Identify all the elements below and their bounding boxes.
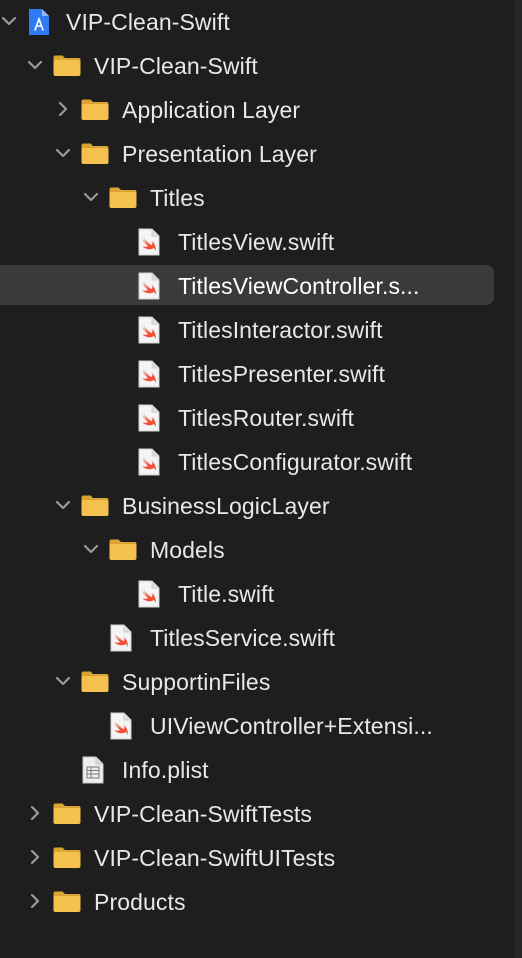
navigator-item-label: Application Layer xyxy=(122,97,301,123)
folder-icon xyxy=(80,136,110,177)
navigator-item-label: SupportinFiles xyxy=(122,669,271,695)
navigator-item-titlesinteractor-swift[interactable]: TitlesInteractor.swift xyxy=(0,308,516,344)
folder-icon xyxy=(108,532,138,573)
folder-icon xyxy=(52,48,82,89)
navigator-item-label: TitlesPresenter.swift xyxy=(178,361,386,387)
chevron-down-icon[interactable] xyxy=(80,532,102,568)
swift-file-icon xyxy=(136,268,162,309)
chevron-right-icon[interactable] xyxy=(24,840,46,876)
chevron-down-icon[interactable] xyxy=(52,136,74,172)
navigator-item-label: TitlesConfigurator.swift xyxy=(178,449,413,475)
xcode-project-icon xyxy=(26,4,52,45)
navigator-item-label: Title.swift xyxy=(178,581,275,607)
scrollbar-track[interactable] xyxy=(515,0,522,958)
swift-file-icon xyxy=(108,708,134,749)
navigator-item-presentation-layer[interactable]: Presentation Layer xyxy=(0,132,516,168)
chevron-right-icon[interactable] xyxy=(52,92,74,128)
swift-file-icon xyxy=(136,576,162,617)
navigator-item-businesslogiclayer[interactable]: BusinessLogicLayer xyxy=(0,484,516,520)
project-navigator: VIP-Clean-Swift VIP-Clean-Swift Applicatio… xyxy=(0,0,522,958)
navigator-item-label: Models xyxy=(150,537,225,563)
chevron-right-icon[interactable] xyxy=(24,796,46,832)
navigator-item-label: Products xyxy=(94,889,186,915)
navigator-item-label: Info.plist xyxy=(122,757,209,783)
navigator-item-vip-clean-swifttests[interactable]: VIP-Clean-SwiftTests xyxy=(0,792,516,828)
folder-icon xyxy=(108,180,138,221)
navigator-item-uiviewcontroller-extensi[interactable]: UIViewController+Extensi... xyxy=(0,704,516,740)
navigator-item-label: VIP-Clean-Swift xyxy=(66,9,230,35)
navigator-item-label: TitlesRouter.swift xyxy=(178,405,355,431)
navigator-item-title-swift[interactable]: Title.swift xyxy=(0,572,516,608)
folder-icon xyxy=(80,664,110,705)
navigator-item-titlespresenter-swift[interactable]: TitlesPresenter.swift xyxy=(0,352,516,388)
navigator-item-label: Titles xyxy=(150,185,205,211)
chevron-down-icon[interactable] xyxy=(80,180,102,216)
chevron-down-icon[interactable] xyxy=(52,664,74,700)
navigator-item-label: UIViewController+Extensi... xyxy=(150,713,433,739)
swift-file-icon xyxy=(136,444,162,485)
navigator-item-titlesconfigurator-swift[interactable]: TitlesConfigurator.swift xyxy=(0,440,516,476)
folder-icon xyxy=(52,884,82,925)
navigator-item-label: VIP-Clean-SwiftUITests xyxy=(94,845,336,871)
navigator-item-titlesview-swift[interactable]: TitlesView.swift xyxy=(0,220,516,256)
swift-file-icon xyxy=(108,620,134,661)
navigator-item-models[interactable]: Models xyxy=(0,528,516,564)
folder-icon xyxy=(80,488,110,529)
swift-file-icon xyxy=(136,312,162,353)
chevron-down-icon[interactable] xyxy=(0,4,20,40)
folder-icon xyxy=(52,840,82,881)
navigator-item-label: TitlesService.swift xyxy=(150,625,336,651)
navigator-item-label: BusinessLogicLayer xyxy=(122,493,330,519)
navigator-item-vip-clean-swiftuitests[interactable]: VIP-Clean-SwiftUITests xyxy=(0,836,516,872)
navigator-item-vip-clean-swift[interactable]: VIP-Clean-Swift xyxy=(0,44,516,80)
navigator-item-label: TitlesView.swift xyxy=(178,229,335,255)
navigator-item-application-layer[interactable]: Application Layer xyxy=(0,88,516,124)
navigator-item-titles[interactable]: Titles xyxy=(0,176,516,212)
folder-icon xyxy=(80,92,110,133)
navigator-item-supportinfiles[interactable]: SupportinFiles xyxy=(0,660,516,696)
navigator-item-titlesviewcontroller-s[interactable]: TitlesViewController.s... xyxy=(0,264,516,305)
plist-file-icon xyxy=(80,752,106,793)
navigator-item-vip-clean-swift[interactable]: VIP-Clean-Swift xyxy=(0,0,516,36)
navigator-item-label: VIP-Clean-SwiftTests xyxy=(94,801,313,827)
navigator-item-products[interactable]: Products xyxy=(0,880,516,916)
navigator-item-titlesrouter-swift[interactable]: TitlesRouter.swift xyxy=(0,396,516,432)
folder-icon xyxy=(52,796,82,837)
navigator-item-titlesservice-swift[interactable]: TitlesService.swift xyxy=(0,616,516,652)
navigator-item-info-plist[interactable]: Info.plist xyxy=(0,748,516,784)
chevron-down-icon[interactable] xyxy=(24,48,46,84)
chevron-right-icon[interactable] xyxy=(24,884,46,920)
swift-file-icon xyxy=(136,400,162,441)
chevron-down-icon[interactable] xyxy=(52,488,74,524)
swift-file-icon xyxy=(136,224,162,265)
navigator-item-label: Presentation Layer xyxy=(122,141,317,167)
navigator-item-label: VIP-Clean-Swift xyxy=(94,53,258,79)
navigator-item-label: TitlesViewController.s... xyxy=(178,273,420,299)
navigator-item-label: TitlesInteractor.swift xyxy=(178,317,383,343)
swift-file-icon xyxy=(136,356,162,397)
